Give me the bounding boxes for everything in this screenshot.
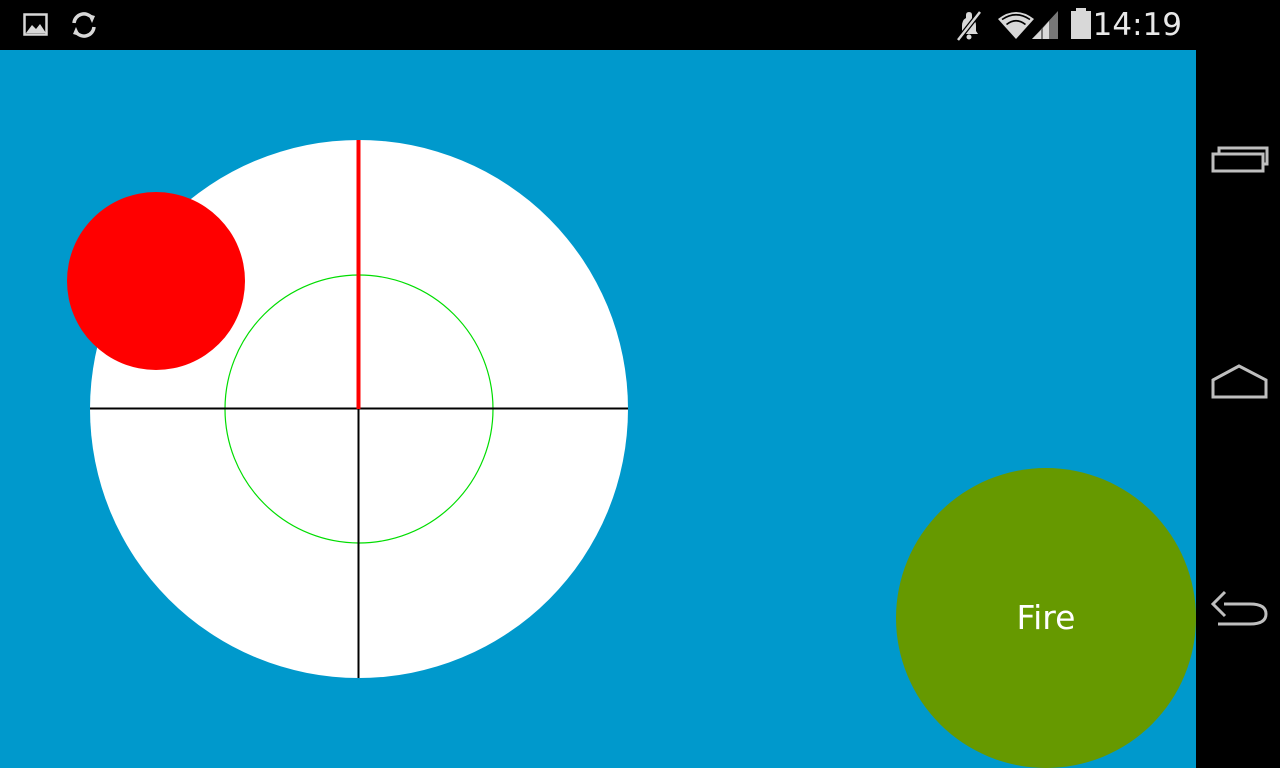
fire-button-label: Fire xyxy=(1016,598,1076,637)
red-puck[interactable] xyxy=(67,192,245,370)
mute-icon xyxy=(956,10,982,42)
back-icon xyxy=(1210,590,1268,626)
clock: 14:19 xyxy=(1092,7,1182,43)
sync-icon xyxy=(72,12,96,38)
home-icon xyxy=(1211,364,1268,399)
image-icon xyxy=(23,13,48,36)
status-bar: 14:19 xyxy=(0,0,1196,50)
signal-icon xyxy=(1032,11,1058,39)
recent-apps-button[interactable] xyxy=(1196,116,1280,206)
recent-apps-icon xyxy=(1211,146,1269,173)
wifi-icon xyxy=(998,12,1034,39)
home-button[interactable] xyxy=(1196,340,1280,430)
battery-icon xyxy=(1071,8,1091,39)
fire-button[interactable]: Fire xyxy=(896,468,1196,768)
game-area: Fire xyxy=(0,50,1196,768)
navigation-bar xyxy=(1196,0,1280,768)
back-button[interactable] xyxy=(1196,562,1280,652)
device-screen: 14:19 Fire xyxy=(0,0,1280,768)
